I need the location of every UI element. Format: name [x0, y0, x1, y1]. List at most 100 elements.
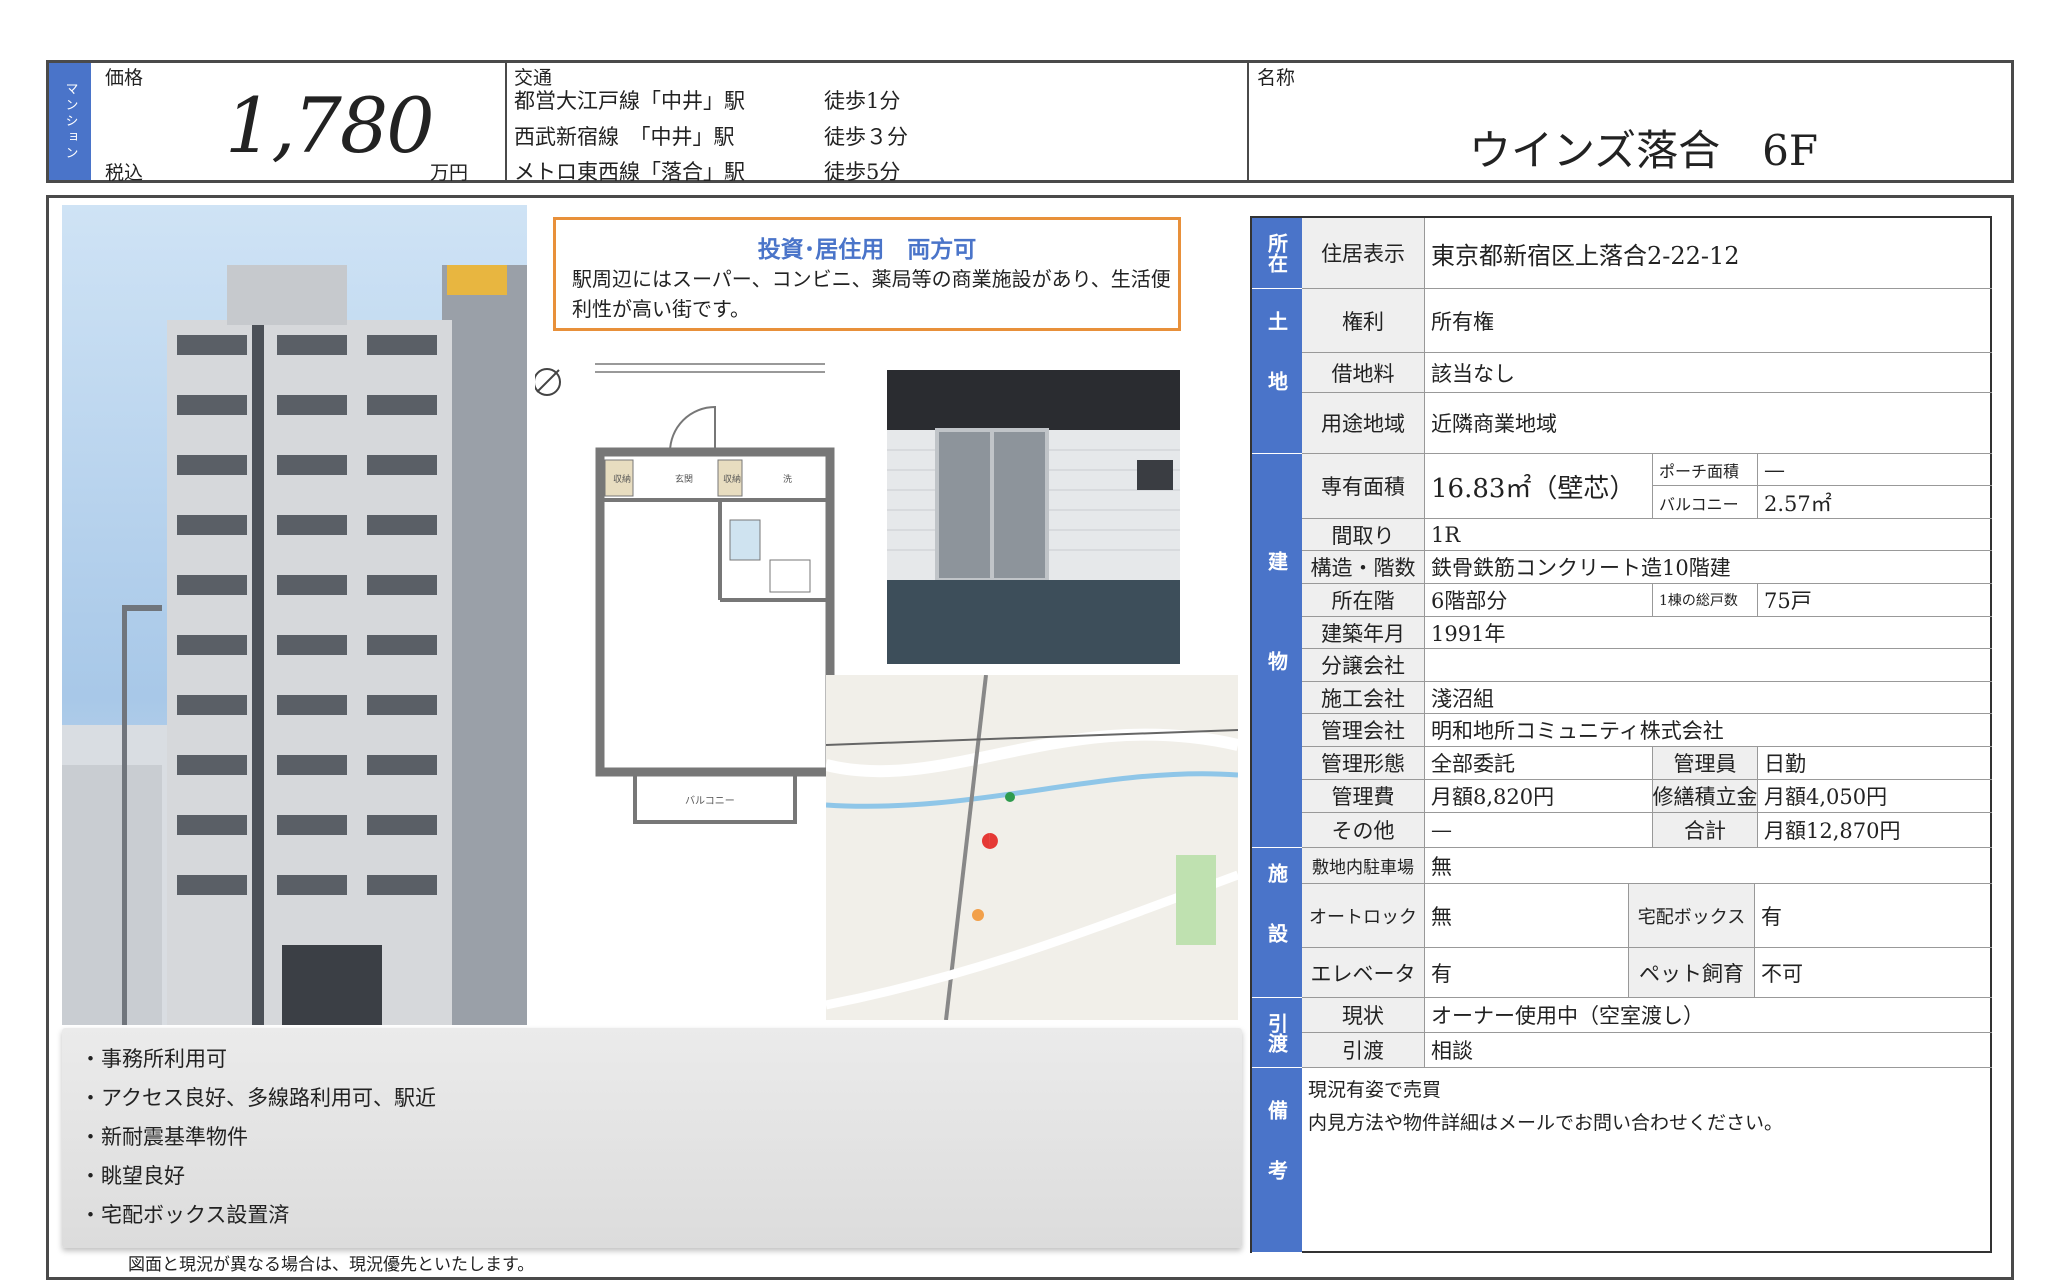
section-label: 土地	[1264, 311, 1289, 431]
built-label: 建築年月	[1302, 617, 1424, 648]
fp-label: 玄関	[675, 473, 693, 485]
lease-value: 該当なし	[1424, 353, 1992, 392]
repair-label: 修繕積立金	[1652, 780, 1757, 812]
rights-label: 権利	[1302, 289, 1424, 352]
area-value: 16.83㎡（壁芯）	[1424, 454, 1652, 518]
zoning-value: 近隣商業地域	[1424, 393, 1992, 453]
section-location: 所在	[1252, 218, 1302, 289]
fp-label: 洗	[783, 473, 792, 485]
manager-label: 管理員	[1652, 747, 1757, 779]
units-value: 75戸	[1757, 584, 1992, 616]
rights-value: 所有権	[1424, 289, 1992, 352]
row-address: 住居表示 東京都新宿区上落合2-22-12	[1302, 218, 1992, 289]
builder-value: 淺沼組	[1424, 682, 1992, 713]
features-list: ・事務所利用可 ・アクセス良好、多線路利用可、駅近 ・新耐震基準物件 ・眺望良好…	[80, 1040, 436, 1235]
floor-plan: 収納 玄関 収納 洗 バルコニー	[533, 360, 835, 840]
row-elevator: エレベータ 有 ペット飼育 不可	[1302, 948, 1992, 998]
autolock-label: オートロック	[1302, 884, 1424, 947]
mgmt-co-label: 管理会社	[1302, 714, 1424, 746]
mgmt-co-value: 明和地所コミュニティ株式会社	[1424, 714, 1992, 746]
header-divider	[505, 63, 507, 180]
other-label: その他	[1302, 813, 1424, 847]
manager-value: 日勤	[1757, 747, 1992, 779]
structure-value: 鉄骨鉄筋コンクリート造10階建	[1424, 551, 1992, 583]
builder-label: 施工会社	[1302, 682, 1424, 713]
row-mgmt-fee: 管理費 月額8,820円 修繕積立金 月額4,050円	[1302, 780, 1992, 813]
fp-label: バルコニー	[685, 795, 735, 807]
row-builder: 施工会社 淺沼組	[1302, 682, 1992, 714]
section-building: 建物	[1252, 454, 1302, 848]
pet-label: ペット飼育	[1628, 948, 1754, 997]
section-label: 備考	[1264, 1100, 1289, 1220]
section-label: 建物	[1264, 550, 1289, 751]
seller-label: 分譲会社	[1302, 649, 1424, 681]
address-value: 東京都新宿区上落合2-22-12	[1424, 218, 1992, 288]
mgmt-fee-label: 管理費	[1302, 780, 1424, 812]
structure-label: 構造・階数	[1302, 551, 1424, 583]
delivery-label: 宅配ボックス	[1628, 884, 1754, 947]
callout-title: 投資･居住用 両方可	[757, 237, 977, 263]
remarks-text: 現況有姿で売買 内見方法や物件詳細はメールでお問い合わせください。	[1308, 1074, 1783, 1140]
balcony-value: 2.57㎡	[1757, 486, 1992, 519]
category-tab: マンション	[49, 63, 91, 180]
feature-item: ・宅配ボックス設置済	[80, 1203, 290, 1227]
status-label: 現状	[1302, 998, 1424, 1032]
disclaimer-note: 図面と現況が異なる場合は、現況優先といたします。	[128, 1255, 535, 1275]
row-built: 建築年月 1991年	[1302, 617, 1992, 649]
tax-label: 税込	[105, 162, 144, 184]
layout-value: 1R	[1424, 519, 1992, 550]
row-status: 現状 オーナー使用中（空室渡し）	[1302, 998, 1992, 1033]
area-label: 専有面積	[1302, 454, 1424, 518]
built-value: 1991年	[1424, 617, 1992, 648]
features-panel: ・事務所利用可 ・アクセス良好、多線路利用可、駅近 ・新耐震基準物件 ・眺望良好…	[62, 1028, 1242, 1248]
balcony-label: バルコニー	[1652, 486, 1757, 519]
transport-walk-2: 徒歩３分	[824, 125, 908, 149]
callout-body: 駅周辺にはスーパー、コンビニ、薬局等の商業施設があり、生活便利性が高い街です。	[572, 267, 1171, 321]
row-handover: 引渡 相談	[1302, 1033, 1992, 1068]
section-label: 引渡	[1264, 1012, 1289, 1053]
location-map	[826, 675, 1238, 1020]
transport-line-3: メトロ東西線「落合」駅	[514, 160, 745, 184]
autolock-value: 無	[1424, 884, 1628, 947]
transport-walk-1: 徒歩1分	[824, 89, 901, 113]
row-seller: 分譲会社	[1302, 649, 1992, 682]
parking-value: 無	[1424, 848, 1992, 883]
section-label: 施設	[1264, 862, 1289, 983]
row-structure: 構造・階数 鉄骨鉄筋コンクリート造10階建	[1302, 551, 1992, 584]
row-mgmt-form: 管理形態 全部委託 管理員 日勤	[1302, 747, 1992, 780]
property-name: ウインズ落合 6F	[1469, 126, 1819, 175]
section-land: 土地	[1252, 289, 1302, 454]
row-zoning: 用途地域 近隣商業地域	[1302, 393, 1992, 454]
price-unit: 万円	[430, 162, 469, 184]
row-parking: 敷地内駐車場 無	[1302, 848, 1992, 884]
lease-label: 借地料	[1302, 353, 1424, 392]
row-other: その他 — 合計 月額12,870円	[1302, 813, 1992, 848]
layout-label: 間取り	[1302, 519, 1424, 550]
pet-value: 不可	[1754, 948, 1992, 997]
transport-line-2: 西武新宿線 「中井」駅	[514, 125, 735, 149]
zoning-label: 用途地域	[1302, 393, 1424, 453]
row-layout: 間取り 1R	[1302, 519, 1992, 551]
remark-line: 現況有姿で売買	[1308, 1079, 1442, 1101]
feature-item: ・新耐震基準物件	[80, 1125, 248, 1149]
row-mgmt-co: 管理会社 明和地所コミュニティ株式会社	[1302, 714, 1992, 747]
price-value: 1,780	[225, 81, 435, 170]
feature-item: ・事務所利用可	[80, 1047, 227, 1071]
status-value: オーナー使用中（空室渡し）	[1424, 998, 1992, 1032]
handover-value: 相談	[1424, 1033, 1992, 1067]
details-table: 所在 土地 建物 施設 引渡 備考 住居表示 東京都新宿区上落合2-22-12 …	[1250, 216, 1992, 1253]
building-photo	[62, 205, 527, 1025]
entrance-illustration	[887, 370, 1180, 664]
repair-value: 月額4,050円	[1757, 780, 1992, 812]
floor-value: 6階部分	[1424, 584, 1652, 616]
transport-walk-3: 徒歩5分	[824, 160, 901, 184]
remark-line: 内見方法や物件詳細はメールでお問い合わせください。	[1308, 1112, 1784, 1134]
address-label: 住居表示	[1302, 218, 1424, 288]
price-label: 価格	[105, 67, 144, 89]
feature-item: ・アクセス良好、多線路利用可、駅近	[80, 1086, 436, 1110]
floor-label: 所在階	[1302, 584, 1424, 616]
row-floor: 所在階 6階部分 1棟の総戸数 75戸	[1302, 584, 1992, 617]
other-value: —	[1424, 813, 1652, 847]
name-label: 名称	[1257, 67, 1296, 89]
row-lease: 借地料 該当なし	[1302, 353, 1992, 393]
